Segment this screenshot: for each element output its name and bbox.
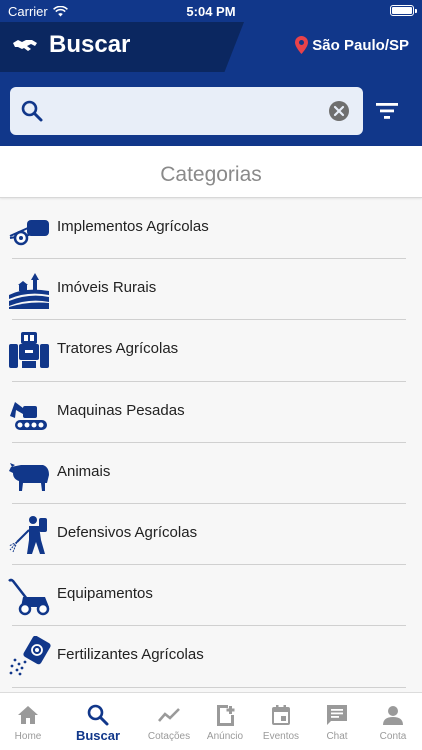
category-tratores[interactable]: Tratores Agrícolas bbox=[0, 320, 422, 382]
rural-property-icon bbox=[9, 273, 49, 310]
tab-label: Anúncio bbox=[206, 731, 244, 742]
tab-conta[interactable]: Conta bbox=[363, 693, 422, 750]
category-label: Equipamentos bbox=[57, 585, 153, 603]
search-input[interactable] bbox=[54, 97, 324, 125]
search-bar[interactable] bbox=[10, 87, 363, 135]
tab-label: Chat bbox=[326, 731, 348, 742]
location-selector[interactable]: São Paulo/SP bbox=[295, 36, 409, 54]
category-label: Implementos Agrícolas bbox=[57, 218, 209, 235]
tractor-icon bbox=[9, 332, 49, 369]
tab-label: Eventos bbox=[262, 731, 300, 742]
tab-label: Conta bbox=[379, 731, 407, 742]
tab-buscar[interactable]: Buscar bbox=[68, 693, 128, 750]
excavator-icon bbox=[10, 401, 47, 430]
bottom-tab-bar: Home Buscar Cotações Anúncio Eventos Cha… bbox=[0, 692, 422, 750]
home-icon bbox=[18, 706, 38, 724]
category-maquinas[interactable]: Maquinas Pesadas bbox=[0, 382, 422, 443]
filter-icon[interactable] bbox=[374, 100, 400, 122]
app-header: Buscar São Paulo/SP bbox=[0, 22, 422, 146]
tab-anuncio[interactable]: Anúncio bbox=[195, 693, 255, 750]
tab-label: Home bbox=[14, 731, 42, 742]
category-animais[interactable]: Animais bbox=[0, 443, 422, 504]
tab-label: Buscar bbox=[75, 728, 121, 743]
chat-icon bbox=[327, 705, 347, 725]
lawn-mower-icon bbox=[8, 578, 50, 616]
battery-icon bbox=[390, 5, 417, 16]
category-label: Defensivos Agrícolas bbox=[57, 523, 198, 541]
category-implementos[interactable]: Implementos Agrícolas bbox=[0, 198, 422, 260]
category-label: Tratores Agrícolas bbox=[57, 340, 179, 358]
tab-cotacoes[interactable]: Cotações bbox=[139, 693, 199, 750]
trend-icon bbox=[158, 708, 180, 722]
search-icon bbox=[21, 100, 43, 122]
tab-label: Cotações bbox=[147, 731, 191, 742]
clear-search-icon[interactable] bbox=[328, 100, 350, 122]
category-defensivos[interactable]: Defensivos Agrícolas bbox=[0, 504, 422, 566]
cow-icon bbox=[9, 462, 49, 491]
tab-home[interactable]: Home bbox=[0, 693, 58, 750]
category-equipamentos[interactable]: Equipamentos bbox=[0, 565, 422, 627]
category-label: Maquinas Pesadas bbox=[57, 401, 185, 419]
category-label: Imóveis Rurais bbox=[57, 279, 157, 297]
handshake-icon bbox=[13, 40, 37, 51]
tab-chat[interactable]: Chat bbox=[307, 693, 367, 750]
search-icon bbox=[87, 704, 109, 726]
add-document-icon bbox=[217, 705, 235, 726]
category-label: Animais bbox=[57, 462, 111, 480]
section-title: Categorias bbox=[160, 163, 262, 186]
baler-icon bbox=[9, 220, 49, 246]
category-imoveis[interactable]: Imóveis Rurais bbox=[0, 259, 422, 321]
category-label: Fertilizantes Agrícolas bbox=[57, 646, 204, 664]
location-label: São Paulo/SP bbox=[312, 36, 409, 54]
fertilizer-bag-icon bbox=[9, 636, 51, 676]
status-bar: Carrier 5:04 PM bbox=[0, 0, 422, 22]
categories-header: Categorias bbox=[0, 146, 422, 198]
map-pin-icon bbox=[295, 36, 309, 54]
person-icon bbox=[383, 706, 403, 725]
page-title: Buscar bbox=[49, 31, 131, 58]
divider bbox=[12, 686, 406, 688]
clock: 5:04 PM bbox=[186, 4, 236, 19]
sprayer-person-icon bbox=[8, 515, 47, 554]
category-fertilizantes[interactable]: Fertilizantes Agrícolas bbox=[0, 626, 422, 688]
category-list: Implementos Agrícolas Imóveis Rurais Tra… bbox=[0, 198, 422, 688]
tab-eventos[interactable]: Eventos bbox=[251, 693, 311, 750]
calendar-icon bbox=[272, 705, 290, 725]
